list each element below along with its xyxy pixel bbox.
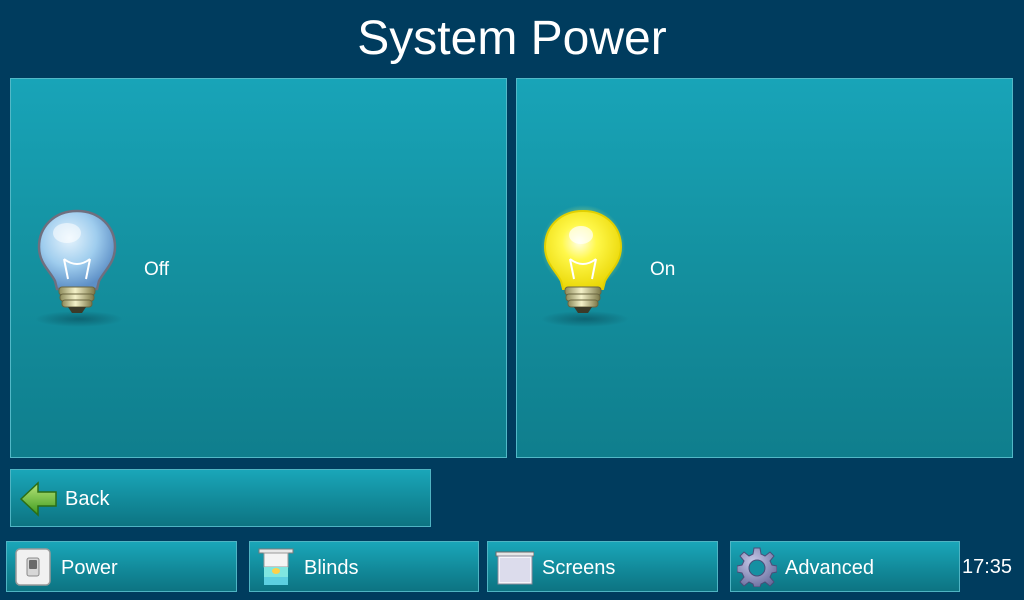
nav-power-button[interactable]: Power [6, 541, 237, 592]
off-label: Off [144, 259, 169, 280]
power-on-button[interactable]: On [516, 78, 1013, 458]
nav-advanced-label: Advanced [785, 557, 874, 579]
power-switch-icon [15, 548, 51, 586]
nav-advanced-button[interactable]: Advanced [730, 541, 960, 592]
gear-icon [737, 547, 777, 587]
blinds-icon [258, 548, 294, 585]
nav-blinds-button[interactable]: Blinds [249, 541, 479, 592]
projector-screen-icon [495, 551, 534, 585]
lightbulb-off-icon [35, 209, 123, 327]
page-title: System Power [357, 12, 667, 65]
on-label: On [650, 259, 676, 280]
clock: 17:35 [962, 556, 1013, 578]
nav-blinds-label: Blinds [304, 557, 359, 579]
nav-screens-button[interactable]: Screens [487, 541, 718, 592]
back-label: Back [65, 488, 110, 510]
back-button[interactable]: Back [10, 469, 431, 527]
power-off-button[interactable]: Off [10, 78, 507, 458]
back-arrow-icon [19, 481, 57, 517]
nav-power-label: Power [61, 557, 118, 579]
nav-screens-label: Screens [542, 557, 616, 579]
lightbulb-on-icon [541, 205, 629, 327]
